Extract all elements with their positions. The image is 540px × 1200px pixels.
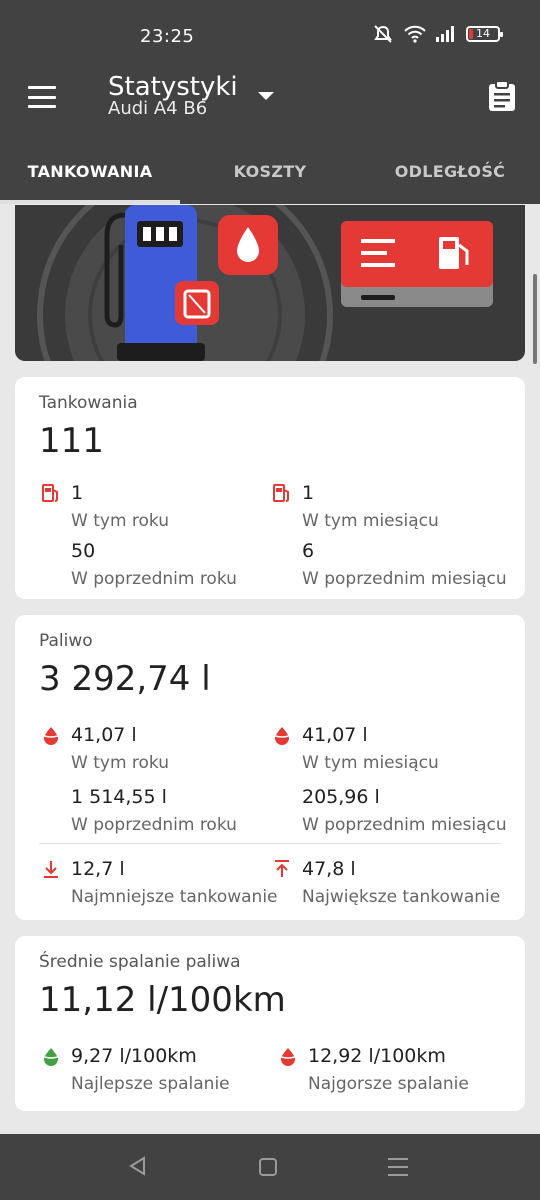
fuel-pump-icon [42, 484, 58, 502]
recents-icon[interactable] [388, 1158, 408, 1176]
fuel-drop-icon [275, 727, 289, 745]
back-icon[interactable] [128, 1156, 148, 1176]
fuel-card: Paliwo 3 292,74 l 41,07 l W tym roku 41,… [15, 615, 525, 920]
divider [39, 843, 501, 844]
stat-previous-year: 50 W poprzednim roku [71, 540, 237, 589]
tab-refuels[interactable]: TANKOWANIA [0, 140, 180, 204]
tab-distance[interactable]: ODLEGŁOŚĆ [360, 140, 540, 204]
card-value: 11,12 l/100km [39, 980, 286, 1020]
signal-icon [436, 26, 454, 42]
status-icons: 14 [372, 24, 503, 44]
fuel-station-illustration [37, 205, 493, 361]
stat-this-year: 1 W tym roku [42, 481, 169, 533]
status-time: 23:25 [140, 26, 195, 47]
fuel-drop-red-icon [281, 1048, 295, 1066]
card-value: 3 292,74 l [39, 659, 211, 699]
card-value: 111 [39, 421, 104, 461]
chevron-down-icon[interactable] [258, 92, 274, 100]
mute-bell-icon [374, 25, 392, 43]
stat-previous-month: 205,96 l W poprzednim miesiącu [302, 786, 507, 835]
arrow-down-to-line-icon [44, 861, 58, 878]
tab-costs[interactable]: KOSZTY [180, 140, 360, 204]
refuels-card: Tankowania 111 1 W tym roku 1 W tym mies… [15, 377, 525, 599]
stat-this-month: 1 W tym miesiącu [273, 481, 439, 533]
stat-previous-year: 1 514,55 l W poprzednim roku [71, 786, 237, 835]
status-bar: 23:25 14 [0, 0, 540, 70]
menu-icon[interactable] [28, 86, 56, 108]
stat-worst-consumption: 12,92 l/100km Najgorsze spalanie [281, 1044, 469, 1096]
header-illustration [15, 205, 525, 361]
scrollbar[interactable] [533, 274, 537, 364]
consumption-card: Średnie spalanie paliwa 11,12 l/100km 9,… [15, 936, 525, 1111]
stat-previous-month: 6 W poprzednim miesiącu [302, 540, 507, 589]
wifi-icon [404, 25, 426, 43]
fuel-pump-icon [273, 484, 289, 502]
stat-this-year: 41,07 l W tym roku [44, 723, 169, 775]
fuel-drop-green-icon [44, 1048, 58, 1066]
arrow-up-to-line-icon [275, 860, 289, 877]
app-bar: Statystyki Audi A4 B6 [0, 70, 540, 140]
clipboard-icon[interactable] [488, 80, 516, 112]
battery-icon: 14 [466, 26, 503, 42]
vehicle-name[interactable]: Audi A4 B6 [108, 98, 207, 119]
tab-bar: TANKOWANIA KOSZTY ODLEGŁOŚĆ [0, 140, 540, 204]
fuel-drop-icon [44, 727, 58, 745]
stat-largest-refuel: 47,8 l Największe tankowanie [275, 857, 500, 909]
card-label: Średnie spalanie paliwa [39, 952, 241, 972]
system-nav-bar [0, 1134, 540, 1200]
stat-smallest-refuel: 12,7 l Najmniejsze tankowanie [44, 857, 278, 909]
card-label: Tankowania [39, 393, 138, 413]
stat-this-month: 41,07 l W tym miesiącu [275, 723, 439, 775]
home-icon[interactable] [259, 1158, 277, 1176]
stat-best-consumption: 9,27 l/100km Najlepsze spalanie [44, 1044, 230, 1096]
card-label: Paliwo [39, 631, 93, 651]
